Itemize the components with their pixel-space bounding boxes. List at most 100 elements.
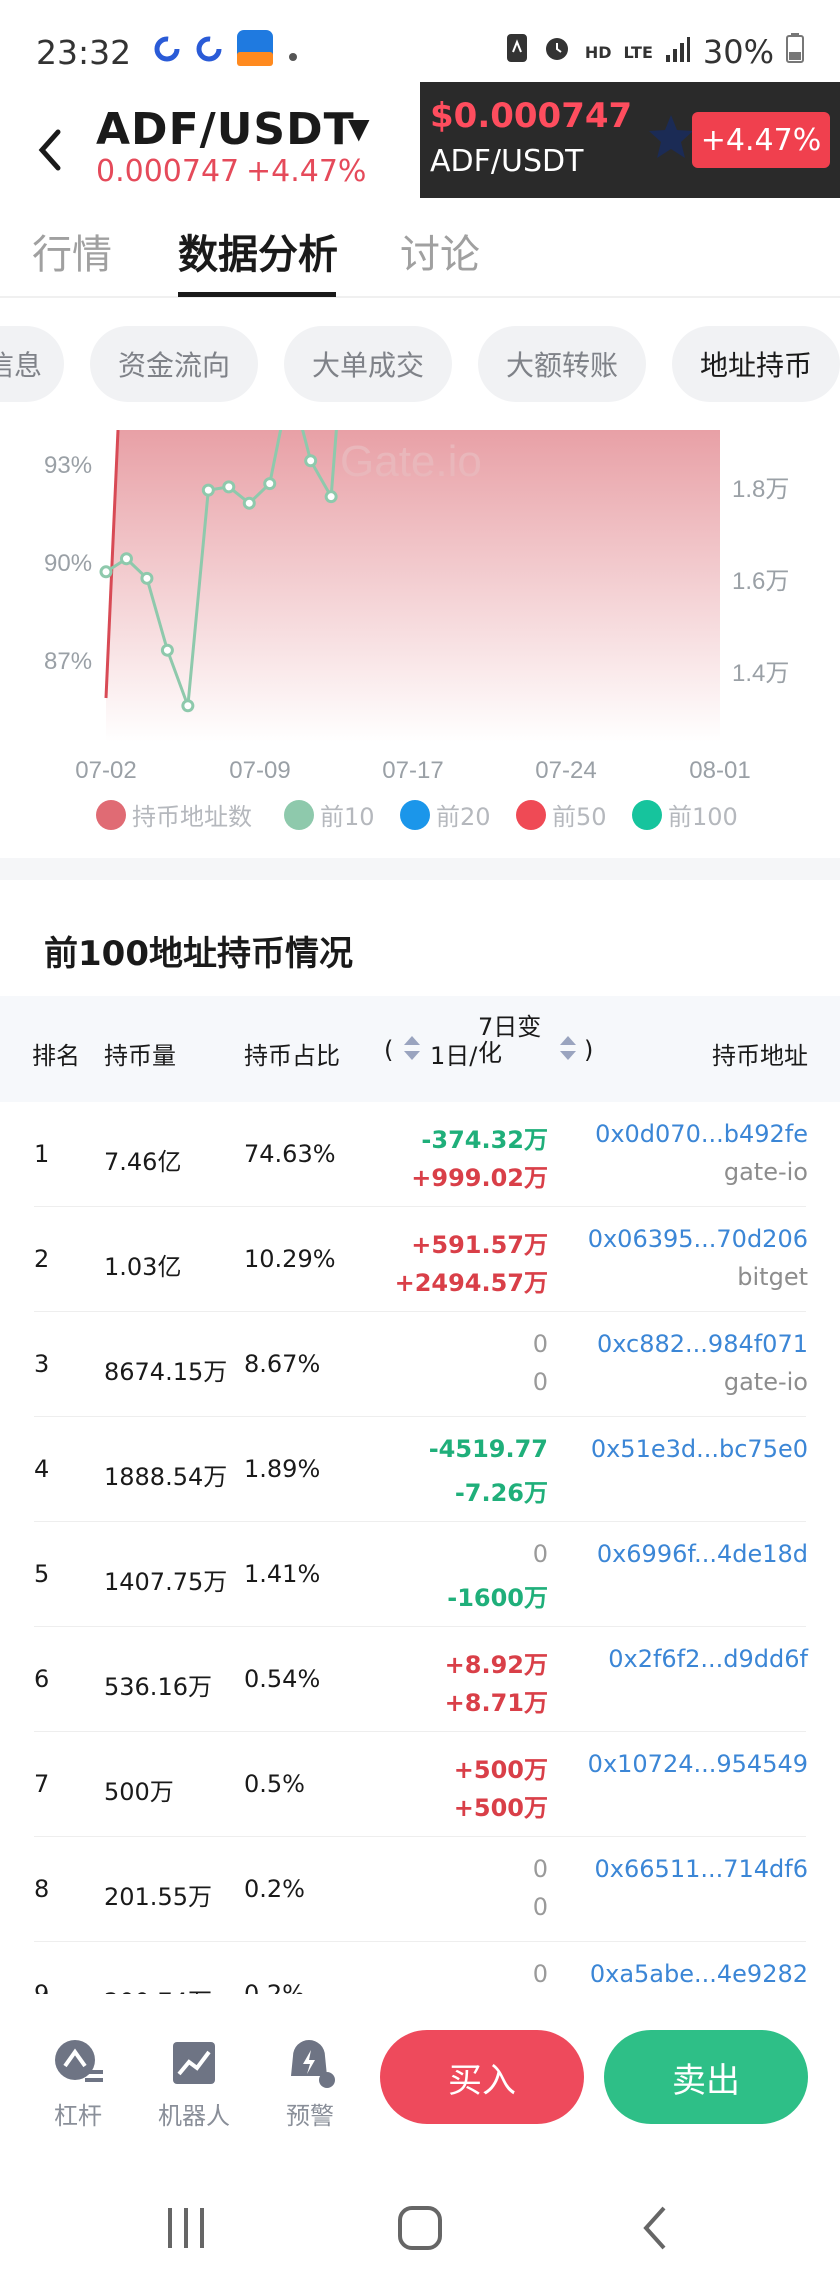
y-left-tick-label: 87% bbox=[44, 648, 92, 675]
app-c-icon-2 bbox=[195, 33, 223, 71]
table-row[interactable]: 4 1888.54万 1.89% -4519.77 -7.26万 0x51e3d… bbox=[0, 1417, 840, 1522]
legend-dot bbox=[516, 799, 546, 830]
tool-label: 杠杆 bbox=[54, 2102, 102, 2130]
data-point bbox=[119, 552, 133, 566]
leverage-icon bbox=[55, 2040, 103, 2082]
sell-button[interactable]: 卖出 bbox=[604, 2030, 808, 2124]
cell-amount: 8674.15万 bbox=[104, 1358, 228, 1386]
chip-info[interactable]: 信息 bbox=[0, 326, 64, 402]
pair-change: +4.47% bbox=[246, 154, 367, 189]
cell-rank: 6 bbox=[34, 1665, 50, 1693]
legend-top100[interactable]: 前100 bbox=[632, 797, 738, 832]
data-point bbox=[263, 477, 277, 491]
cell-ratio: 0.54% bbox=[244, 1665, 321, 1693]
th-paren-open: ( bbox=[384, 1036, 394, 1064]
cell-change-1d: 0 bbox=[532, 1960, 548, 1988]
chip-address-holdings[interactable]: 地址持币 bbox=[672, 326, 840, 402]
chip-large-transfers[interactable]: 大额转账 bbox=[478, 326, 646, 402]
cell-address-tag: bitget bbox=[737, 1263, 808, 1291]
data-point bbox=[242, 496, 256, 510]
back-arrow-icon bbox=[38, 129, 61, 171]
alert-button[interactable]: 预警 bbox=[260, 2036, 360, 2131]
cell-address[interactable]: 0x66511...714df6 bbox=[595, 1855, 808, 1883]
cell-address[interactable]: 0x06395...70d206 bbox=[588, 1225, 808, 1253]
cell-ratio: 8.67% bbox=[244, 1350, 321, 1378]
nav-back-icon[interactable] bbox=[636, 2204, 676, 2256]
legend-dot bbox=[632, 799, 662, 830]
legend-dot bbox=[284, 799, 314, 830]
status-time: 23:32 bbox=[36, 32, 132, 72]
cell-change-1d: -4519.77 bbox=[428, 1435, 548, 1463]
cell-change-7d: +2494.57万 bbox=[394, 1269, 548, 1297]
cell-address[interactable]: 0x51e3d...bc75e0 bbox=[591, 1435, 808, 1463]
section-divider bbox=[0, 858, 840, 880]
floating-price-card[interactable]: $0.000747 ADF/USDT +4.47% bbox=[420, 82, 840, 198]
chip-fund-flow[interactable]: 资金流向 bbox=[90, 326, 258, 402]
float-pair: ADF/USDT bbox=[430, 144, 584, 179]
sub-tabs: 信息 资金流向 大单成交 大额转账 地址持币 bbox=[0, 326, 840, 402]
cell-rank: 2 bbox=[34, 1245, 50, 1273]
x-tick-label: 07-17 bbox=[382, 757, 443, 784]
pair-title[interactable]: ADF/USDT bbox=[96, 104, 355, 155]
tab-data-analysis[interactable]: 数据分析 bbox=[178, 222, 338, 280]
table-row[interactable]: 2 1.03亿 10.29% +591.57万 +2494.57万 0x0639… bbox=[0, 1207, 840, 1312]
table-row[interactable]: 7 500万 0.5% +500万 +500万 0x10724...954549 bbox=[0, 1732, 840, 1837]
legend-top10[interactable]: 前10 bbox=[284, 797, 375, 832]
section-title: 前100地址持币情况 bbox=[44, 934, 353, 974]
float-price: $0.000747 bbox=[430, 96, 633, 136]
table-row[interactable]: 6 536.16万 0.54% +8.92万 +8.71万 0x2f6f2...… bbox=[0, 1627, 840, 1732]
sort-7d-icon[interactable] bbox=[558, 1034, 578, 1068]
buy-button[interactable]: 买入 bbox=[380, 2030, 584, 2124]
cell-amount: 200.74万 bbox=[104, 1982, 212, 1994]
cell-change-7d: +8.71万 bbox=[444, 1689, 548, 1717]
table-header: 排名 持币量 持币占比 ( 1日/ 7日变化 ) 持币地址 bbox=[0, 996, 840, 1102]
table-row[interactable]: 1 7.46亿 74.63% -374.32万 +999.02万 0x0d070… bbox=[0, 1102, 840, 1207]
yupao-app-icon bbox=[237, 30, 274, 74]
legend-label: 前100 bbox=[668, 803, 738, 831]
th-7d[interactable]: 7日变化 bbox=[478, 1014, 548, 1066]
cell-address[interactable]: 0x2f6f2...d9dd6f bbox=[608, 1645, 808, 1673]
legend-holder-count[interactable]: 持币地址数 bbox=[96, 797, 252, 832]
star-icon[interactable] bbox=[646, 112, 696, 162]
legend-top50[interactable]: 前50 bbox=[516, 797, 607, 832]
signal-icon bbox=[665, 33, 691, 71]
leverage-button[interactable]: 杠杆 bbox=[28, 2036, 128, 2131]
home-icon[interactable] bbox=[396, 2204, 444, 2256]
x-tick-label: 07-24 bbox=[535, 757, 596, 784]
table-row[interactable]: 5 1407.75万 1.41% 0 -1600万 0x6996f...4de1… bbox=[0, 1522, 840, 1627]
tab-discussion[interactable]: 讨论 bbox=[400, 222, 480, 280]
cell-address[interactable]: 0x0d070...b492fe bbox=[595, 1120, 808, 1148]
table-row[interactable]: 3 8674.15万 8.67% 0 0 0xc882...984f071 ga… bbox=[0, 1312, 840, 1417]
cell-address[interactable]: 0x10724...954549 bbox=[588, 1750, 808, 1778]
y-left-axis: 93% 90% 87% bbox=[44, 452, 92, 675]
x-axis: 07-02 07-09 07-17 07-24 08-01 bbox=[75, 757, 750, 784]
cell-address[interactable]: 0xc882...984f071 bbox=[597, 1330, 808, 1358]
cell-address[interactable]: 0x6996f...4de18d bbox=[597, 1540, 808, 1568]
tab-market[interactable]: 行情 bbox=[32, 222, 112, 280]
table-row[interactable]: 8 201.55万 0.2% 0 0 0x66511...714df6 bbox=[0, 1837, 840, 1942]
alarm-icon bbox=[541, 32, 573, 72]
cell-amount: 1.03亿 bbox=[104, 1253, 182, 1281]
data-point bbox=[181, 699, 195, 713]
pair-dropdown-icon[interactable]: ▼ bbox=[348, 112, 370, 145]
cell-change-1d: 0 bbox=[532, 1855, 548, 1883]
x-tick-label: 07-02 bbox=[75, 757, 136, 784]
back-button[interactable] bbox=[30, 120, 70, 180]
th-1d[interactable]: 1日/ bbox=[430, 1036, 477, 1071]
table-row[interactable]: 9 200.74万 0.2% 0 0xa5abe...4e9282 bbox=[0, 1942, 840, 1994]
cell-rank: 8 bbox=[34, 1875, 50, 1903]
holdings-chart[interactable]: Gate.io 93% 90% 87% 1.8万 1.6万 1.4万 07-02 07-0… bbox=[0, 430, 840, 850]
cell-rank: 3 bbox=[34, 1350, 50, 1378]
robot-button[interactable]: 机器人 bbox=[144, 2036, 244, 2131]
legend-top20[interactable]: 前20 bbox=[400, 797, 491, 832]
y-left-tick-label: 93% bbox=[44, 452, 92, 479]
th-ratio: 持币占比 bbox=[244, 1042, 340, 1070]
robot-chart-icon bbox=[173, 2042, 215, 2084]
chip-large-orders[interactable]: 大单成交 bbox=[284, 326, 452, 402]
app-c-icon bbox=[153, 33, 181, 71]
cell-address[interactable]: 0xa5abe...4e9282 bbox=[590, 1960, 808, 1988]
cell-ratio: 10.29% bbox=[244, 1245, 336, 1273]
cell-rank: 7 bbox=[34, 1770, 50, 1798]
sort-1d-icon[interactable] bbox=[402, 1034, 422, 1068]
recents-icon[interactable] bbox=[164, 2206, 208, 2254]
